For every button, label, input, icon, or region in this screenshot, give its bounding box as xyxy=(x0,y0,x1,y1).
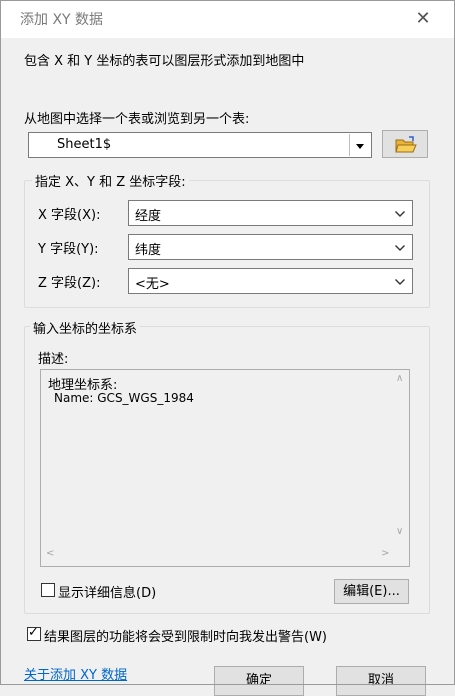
window-title: 添加 XY 数据 xyxy=(20,12,104,28)
browse-button[interactable] xyxy=(382,130,428,158)
warn-checkbox[interactable]: ✓ xyxy=(27,625,41,641)
scroll-left-icon[interactable]: < xyxy=(46,548,54,559)
close-button[interactable]: ✕ xyxy=(410,6,436,32)
y-field-label: Y 字段(Y): xyxy=(38,242,99,257)
y-field-value: 纬度 xyxy=(135,243,162,258)
x-field-value: 经度 xyxy=(135,209,162,224)
y-field-dropdown[interactable]: 纬度 xyxy=(128,234,413,260)
close-icon: ✕ xyxy=(415,8,431,29)
z-field-dropdown[interactable]: <无> xyxy=(128,268,413,294)
open-folder-icon xyxy=(395,136,417,153)
table-select-dropdown[interactable]: Sheet1$ xyxy=(28,132,372,158)
table-select-label: 从地图中选择一个表或浏览到另一个表: xyxy=(24,112,250,127)
scroll-up-icon[interactable]: ∧ xyxy=(396,373,403,384)
coord-system-name: Name: GCS_WGS_1984 xyxy=(54,391,194,405)
show-details-label: 显示详细信息(D) xyxy=(58,586,157,601)
fields-group-label: 指定 X、Y 和 Z 坐标字段: xyxy=(32,171,189,190)
description-textarea[interactable]: 地理坐标系: Name: GCS_WGS_1984 ∧ ∨ < > xyxy=(40,369,410,567)
checkmark-icon: ✓ xyxy=(28,625,39,640)
help-link[interactable]: 关于添加 XY 数据 xyxy=(24,664,127,683)
scroll-down-icon[interactable]: ∨ xyxy=(396,526,403,537)
chevron-down-icon xyxy=(356,144,364,149)
chevron-down-icon xyxy=(395,279,405,285)
x-field-dropdown[interactable]: 经度 xyxy=(128,200,413,226)
z-field-value: <无> xyxy=(135,277,170,292)
edit-button[interactable]: 编辑(E)... xyxy=(334,579,409,604)
chevron-down-icon xyxy=(395,211,405,217)
chevron-down-icon xyxy=(395,245,405,251)
dialog-description: 包含 X 和 Y 坐标的表可以图层形式添加到地图中 xyxy=(24,54,305,69)
show-details-checkbox[interactable] xyxy=(41,583,55,597)
warn-checkbox-label: 结果图层的功能将会受到限制时向我发出警告(W) xyxy=(44,630,327,645)
coord-system-group-label: 输入坐标的坐标系 xyxy=(30,318,141,337)
ok-button[interactable]: 确定 xyxy=(214,666,304,696)
x-field-label: X 字段(X): xyxy=(38,208,101,223)
table-select-value: Sheet1$ xyxy=(57,137,112,152)
cancel-button[interactable]: 取消 xyxy=(336,666,426,696)
z-field-label: Z 字段(Z): xyxy=(38,276,101,291)
scroll-right-icon[interactable]: > xyxy=(381,548,389,559)
description-label: 描述: xyxy=(38,352,69,367)
